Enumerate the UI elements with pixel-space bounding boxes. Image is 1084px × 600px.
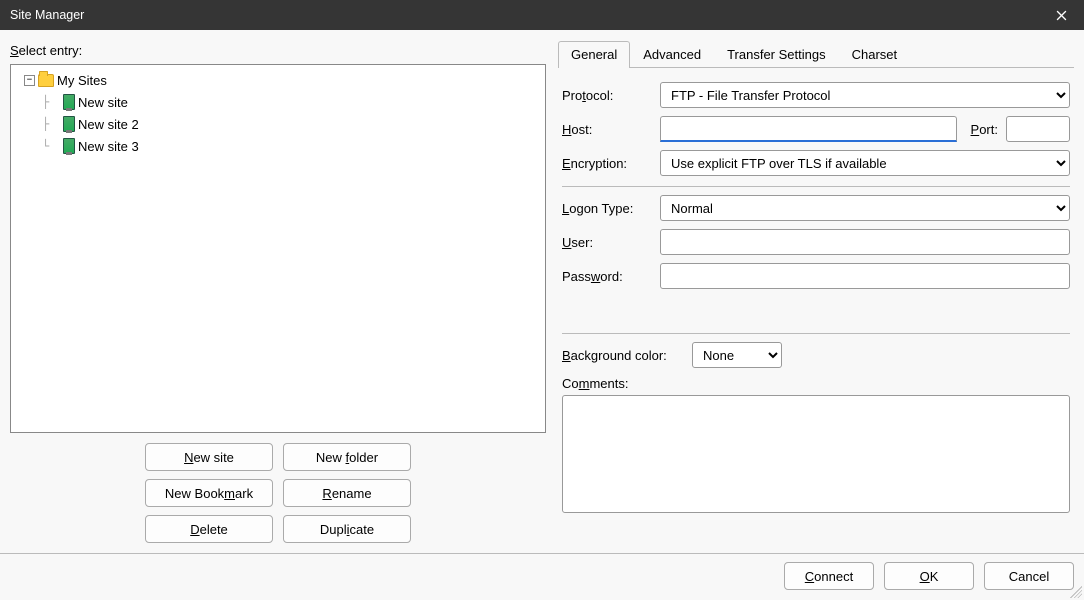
folder-icon	[38, 74, 54, 87]
tabs: General Advanced Transfer Settings Chars…	[558, 40, 1074, 68]
rename-button[interactable]: Rename	[283, 479, 411, 507]
password-label: Password:	[562, 269, 652, 284]
tab-advanced[interactable]: Advanced	[630, 41, 714, 68]
tree-item-label: New site 2	[78, 117, 139, 132]
tree-item[interactable]: └ New site 3	[17, 135, 539, 157]
collapse-icon[interactable]: −	[24, 75, 35, 86]
close-button[interactable]	[1039, 0, 1084, 30]
encryption-select[interactable]: Use explicit FTP over TLS if available	[660, 150, 1070, 176]
logon-type-select[interactable]: Normal	[660, 195, 1070, 221]
tab-transfer-settings[interactable]: Transfer Settings	[714, 41, 839, 68]
close-icon	[1056, 10, 1067, 21]
background-color-select[interactable]: None	[692, 342, 782, 368]
new-bookmark-button[interactable]: New Bookmark	[145, 479, 273, 507]
ok-button[interactable]: OK	[884, 562, 974, 590]
tree-item-label: New site 3	[78, 139, 139, 154]
tree-item[interactable]: ├ New site	[17, 91, 539, 113]
titlebar: Site Manager	[0, 0, 1084, 30]
host-label: Host:	[562, 122, 652, 137]
tree-item-label: New site	[78, 95, 128, 110]
comments-textarea[interactable]	[562, 395, 1070, 513]
site-tree[interactable]: − My Sites ├ New site ├ New site 2 └ Ne	[10, 64, 546, 433]
tree-item[interactable]: ├ New site 2	[17, 113, 539, 135]
background-color-label: Background color:	[562, 348, 684, 363]
tab-general[interactable]: General	[558, 41, 630, 68]
window-title: Site Manager	[10, 8, 1039, 22]
comments-label: Comments:	[562, 376, 1070, 391]
new-folder-button[interactable]: New folder	[283, 443, 411, 471]
cancel-button[interactable]: Cancel	[984, 562, 1074, 590]
resize-grip[interactable]	[1070, 586, 1082, 598]
port-label: Port:	[971, 122, 998, 137]
protocol-select[interactable]: FTP - File Transfer Protocol	[660, 82, 1070, 108]
server-icon	[63, 116, 75, 132]
tree-root[interactable]: − My Sites	[17, 69, 539, 91]
new-site-button[interactable]: New site	[145, 443, 273, 471]
tab-charset[interactable]: Charset	[839, 41, 911, 68]
server-icon	[63, 138, 75, 154]
port-input[interactable]	[1006, 116, 1070, 142]
delete-button[interactable]: Delete	[145, 515, 273, 543]
user-label: User:	[562, 235, 652, 250]
connect-button[interactable]: Connect	[784, 562, 874, 590]
logon-type-label: Logon Type:	[562, 201, 652, 216]
tree-root-label: My Sites	[57, 73, 107, 88]
server-icon	[63, 94, 75, 110]
duplicate-button[interactable]: Duplicate	[283, 515, 411, 543]
encryption-label: Encryption:	[562, 156, 652, 171]
protocol-label: Protocol:	[562, 88, 652, 103]
host-input[interactable]	[660, 116, 957, 142]
footer: Connect OK Cancel	[0, 553, 1084, 600]
password-input[interactable]	[660, 263, 1070, 289]
user-input[interactable]	[660, 229, 1070, 255]
select-entry-label: Select entry:	[10, 43, 546, 58]
